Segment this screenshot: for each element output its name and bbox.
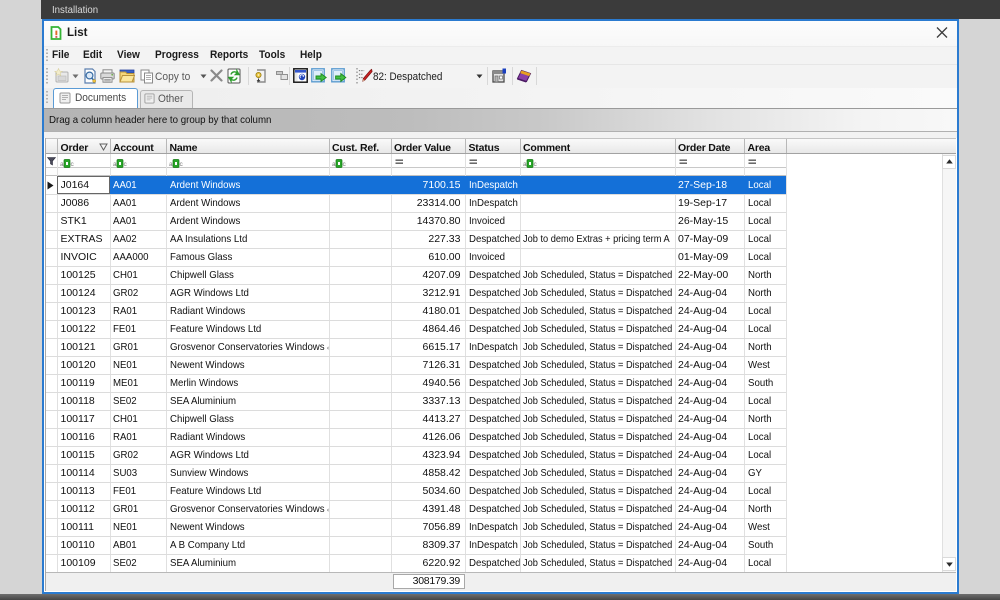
svg-text:a: a	[169, 161, 173, 168]
svg-text:c: c	[123, 161, 127, 168]
svg-text:a: a	[113, 161, 117, 168]
svg-text:a: a	[332, 161, 336, 168]
svg-text:a: a	[60, 161, 64, 168]
svg-text:c: c	[533, 161, 537, 168]
svg-text:a: a	[523, 161, 527, 168]
svg-text:c: c	[342, 161, 346, 168]
svg-text:c: c	[71, 161, 75, 168]
svg-text:c: c	[180, 161, 184, 168]
